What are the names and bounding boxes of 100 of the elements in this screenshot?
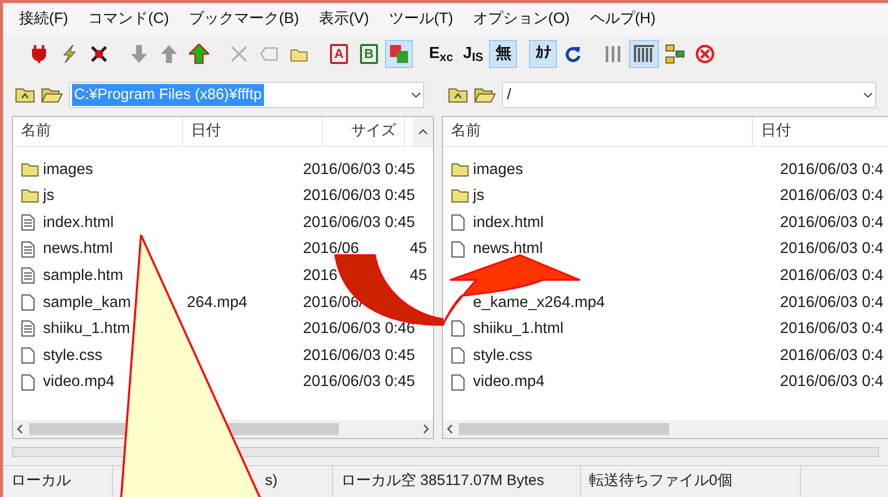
- file-date: 2016/06/03 0:4: [780, 160, 884, 180]
- column-header[interactable]: 名前: [443, 117, 753, 146]
- path-text: /: [506, 84, 512, 105]
- path-field[interactable]: /: [502, 82, 876, 108]
- status-text: 転送待ちファイル0個: [581, 466, 801, 497]
- file-row[interactable]: images 2016/06/03 0:45: [13, 156, 433, 183]
- file-name: style.css: [473, 346, 532, 366]
- file-row[interactable]: style.css 2016/06/03 0:45: [13, 342, 433, 369]
- file-date: 2016/06/03 0:45: [303, 160, 416, 180]
- plug-icon: [32, 45, 46, 63]
- file-name: index.html: [43, 212, 114, 233]
- file-row[interactable]: style.css 2016/06/03 0:4: [443, 342, 888, 369]
- column-header[interactable]: 名前: [13, 117, 183, 146]
- file-row[interactable]: news.html 2016/06 45: [13, 236, 433, 262]
- toolbar-button[interactable]: ｶﾅ: [529, 40, 558, 68]
- letter-icon: B: [360, 44, 378, 64]
- file-name: style.css: [43, 346, 102, 366]
- open-folder-icon[interactable]: [41, 87, 63, 103]
- mixed-mode-icon: [389, 44, 409, 64]
- file-icon: [451, 214, 465, 231]
- file-date: 2016/06/03 0:4: [780, 292, 884, 313]
- file-row[interactable]: video.mp4 2016/06/03 0:4: [443, 368, 888, 396]
- menu-item[interactable]: 接続(F): [19, 8, 68, 31]
- scroll-right-icon: [423, 424, 429, 434]
- menu-item[interactable]: 表示(V): [318, 8, 369, 31]
- file-row[interactable]: index.html 2016/06/03 0:45: [13, 209, 433, 236]
- file-icon: [451, 320, 465, 338]
- column-header[interactable]: 日付: [753, 117, 888, 146]
- text-file-icon: [21, 320, 35, 338]
- file-date: 2016/06/03 0:45: [303, 346, 416, 366]
- file-row[interactable]: video.mp4 2016/06/03 0:45: [13, 368, 433, 396]
- toolbar-button[interactable]: A: [325, 40, 353, 68]
- file-icon: [451, 240, 465, 258]
- file-name: video.mp4: [43, 372, 115, 392]
- file-icon: [21, 374, 35, 391]
- file-date: 2016/06/03 0:4: [780, 372, 884, 392]
- file-row[interactable]: e_kame_x264.mp4 2016/06/03 0:4: [443, 288, 888, 316]
- status-text: s): [265, 471, 278, 492]
- up-folder-icon[interactable]: [448, 87, 468, 103]
- menu-item[interactable]: ツール(T): [388, 8, 454, 31]
- column-header[interactable]: 日付: [183, 117, 323, 146]
- folder-icon: [451, 162, 469, 177]
- file-name: sample.htm: [43, 266, 124, 286]
- scrollbar-thumb[interactable]: [459, 423, 669, 435]
- path-text: C:¥Program Files (x86)¥ffftp: [72, 84, 264, 106]
- up-arrow-icon: [161, 45, 177, 63]
- toolbar-button[interactable]: E$_{xc}$: [425, 40, 458, 68]
- down-arrow-icon: [131, 45, 147, 63]
- file-date: 2016/06/03 0:4: [780, 212, 884, 233]
- file-name: 264.mp4: [186, 292, 248, 313]
- file-name: js: [473, 186, 484, 206]
- text-file-icon: [21, 240, 35, 258]
- file-row[interactable]: js 2016/06/03 0:4: [443, 182, 888, 210]
- menu-item[interactable]: ヘルプ(H): [590, 8, 656, 31]
- toolbar-button[interactable]: B: [355, 40, 383, 68]
- file-name: news.html: [473, 239, 543, 260]
- scroll-left-icon: [17, 424, 23, 434]
- file-row[interactable]: js 2016/06/03 0:45: [13, 182, 433, 210]
- file-date: 2016: [303, 266, 338, 286]
- dropdown-caret-icon: [411, 92, 421, 98]
- file-name: shiiku_1.htm: [43, 319, 130, 340]
- file-date: 2016/06/03 0:45: [303, 372, 416, 392]
- file-name: js: [43, 186, 54, 206]
- file-date: 2016/06/03 0:4: [780, 266, 884, 286]
- open-folder-icon[interactable]: [474, 87, 496, 103]
- dropdown-caret-icon: [863, 92, 873, 98]
- file-row[interactable]: index.html 2016/06/03 0:4: [443, 209, 888, 236]
- disconnect-icon: [90, 45, 108, 63]
- file-date: 2016/06/03 0:45: [303, 212, 416, 233]
- file-name: images: [473, 160, 523, 180]
- file-date: 2016/06/03 0:4: [780, 186, 884, 206]
- file-icon: [451, 374, 465, 391]
- file-date: 45: [410, 266, 427, 286]
- letter-icon: A: [330, 44, 348, 64]
- file-row[interactable]: 2016/06/03 0:4: [443, 262, 888, 289]
- file-name: video.mp4: [473, 372, 545, 392]
- menu-item[interactable]: オプション(O): [473, 8, 570, 31]
- column-header[interactable]: サイズ: [323, 117, 405, 146]
- menu-item[interactable]: ブックマーク(B): [188, 8, 299, 31]
- up-folder-icon[interactable]: [15, 87, 35, 103]
- toolbar-button[interactable]: J$_{IS}$: [459, 40, 488, 68]
- folder-icon: [21, 162, 39, 177]
- file-date: 2016/06/03 0:4: [780, 239, 884, 260]
- file-name: news.html: [43, 239, 113, 260]
- file-row[interactable]: news.html 2016/06/03 0:4: [443, 236, 888, 262]
- file-row[interactable]: shiiku_1.htm 2016/06/03 0:46: [13, 316, 433, 342]
- file-row[interactable]: sample.htm 2016 45: [13, 262, 433, 289]
- sync-icon: [665, 44, 686, 64]
- file-icon: [451, 346, 465, 364]
- scroll-left-icon: [447, 424, 453, 434]
- horizontal-scrollbar[interactable]: [443, 420, 888, 438]
- list-view-icon: [604, 45, 622, 63]
- toolbar-button[interactable]: 無: [489, 40, 518, 68]
- file-row[interactable]: shiiku_1.html 2016/06/03 0:4: [443, 316, 888, 342]
- up-arrow-icon: [189, 44, 209, 64]
- file-name: e_kame_x264.mp4: [473, 292, 605, 313]
- menu-item[interactable]: コマンド(C): [88, 8, 169, 31]
- folder-icon: [21, 188, 39, 204]
- file-row[interactable]: images 2016/06/03 0:4: [443, 156, 888, 183]
- stop-icon: [695, 44, 716, 64]
